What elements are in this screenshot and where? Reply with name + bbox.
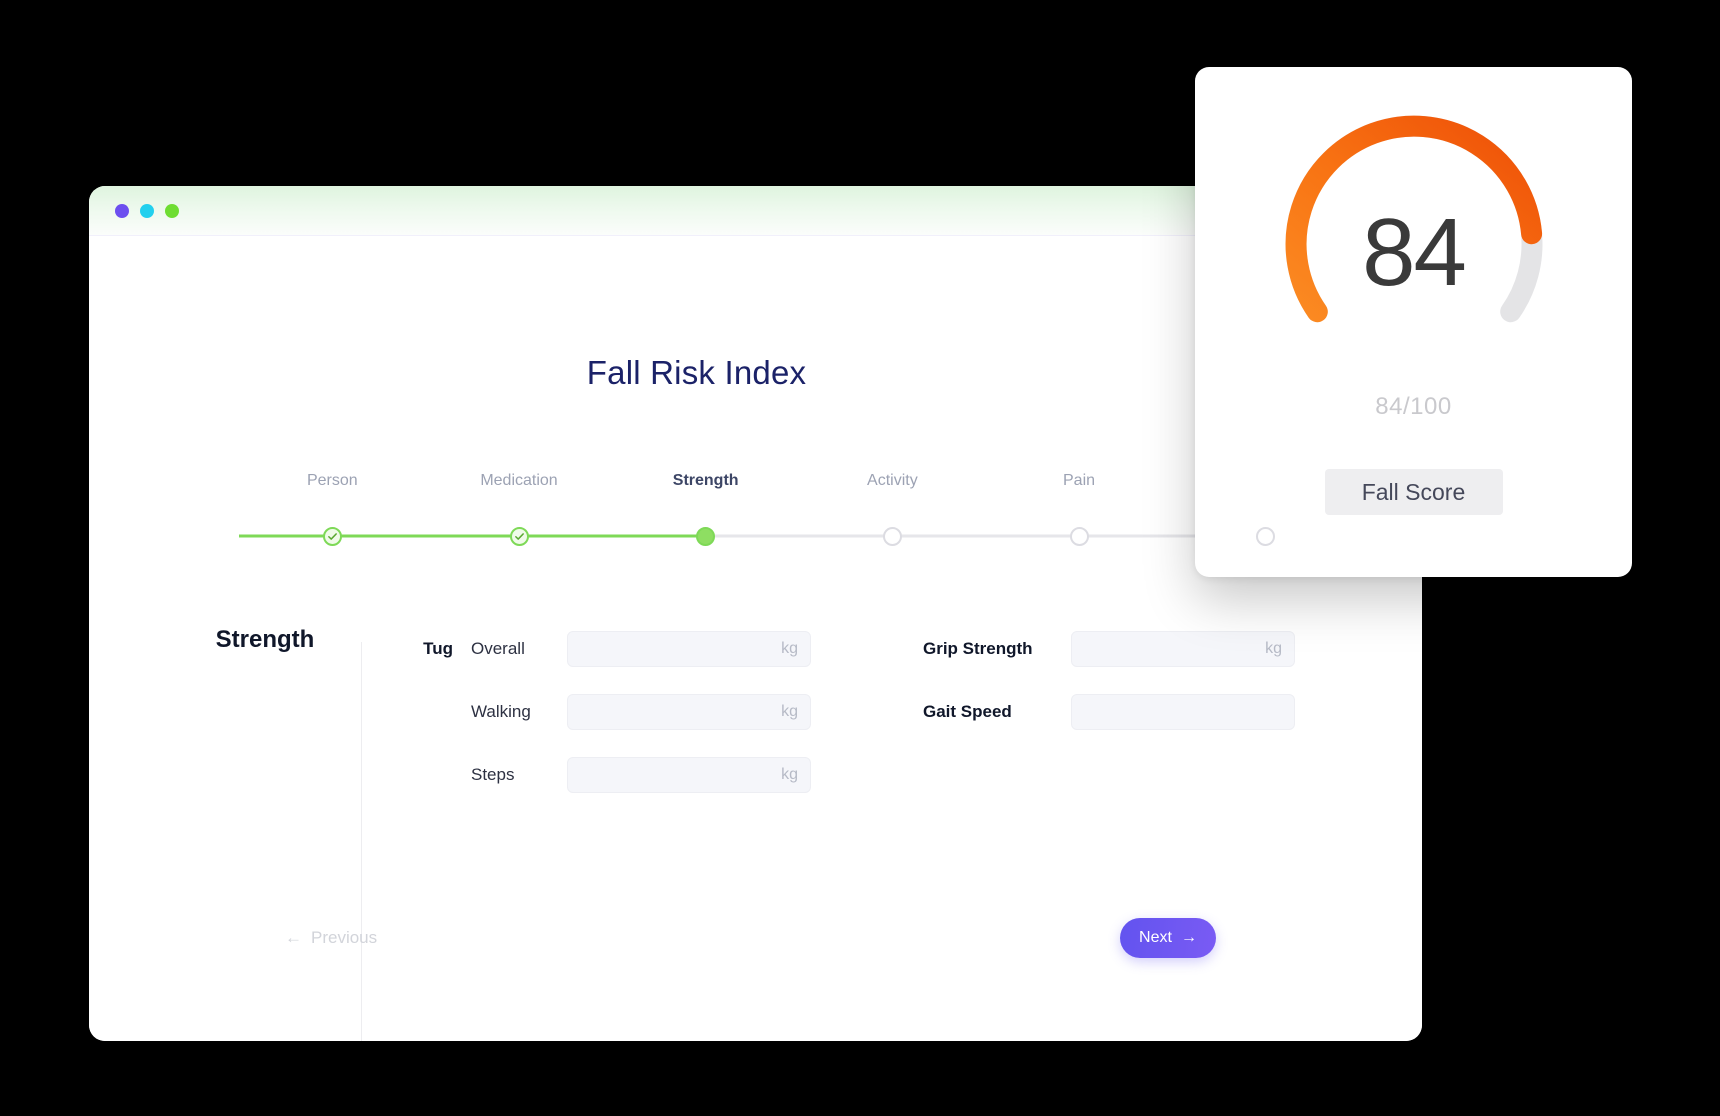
- score-gauge: 84: [1269, 109, 1559, 379]
- input-overall[interactable]: kg: [567, 631, 811, 667]
- input-steps[interactable]: kg: [567, 757, 811, 793]
- check-icon: [327, 532, 337, 540]
- stepper-line: [425, 534, 520, 538]
- minimize-dot[interactable]: [140, 203, 154, 218]
- unit-kg: kg: [1265, 640, 1282, 657]
- stepper-track: [239, 524, 1360, 548]
- step-node-illness[interactable]: [1256, 526, 1276, 546]
- check-icon: [514, 532, 524, 540]
- stepper-line: [985, 534, 1080, 538]
- stepper-line: [332, 534, 426, 538]
- vertical-divider: [361, 642, 362, 1041]
- unit-kg: kg: [781, 766, 798, 783]
- close-dot[interactable]: [115, 203, 129, 218]
- arrow-right-icon: →: [1180, 929, 1197, 946]
- stepper-segment-activity: [799, 526, 986, 546]
- form-row-walking: Walking kg Gait Speed: [379, 683, 1379, 741]
- step-label-medication[interactable]: Medication: [426, 472, 613, 498]
- field-label-grip-strength: Grip Strength: [923, 639, 1033, 658]
- field-label-walking: Walking: [471, 702, 531, 721]
- field-steps: Steps kg: [471, 757, 811, 793]
- stepper-segment-medication: [425, 526, 613, 546]
- previous-button-label: Previous: [311, 928, 378, 947]
- unit-kg: kg: [781, 703, 798, 720]
- step-node-strength[interactable]: [696, 526, 716, 546]
- fall-score-card: 84 84/100 Fall Score: [1195, 67, 1632, 577]
- step-label-strength[interactable]: Strength: [612, 472, 799, 498]
- input-grip-strength[interactable]: kg: [1071, 631, 1295, 667]
- form-row-overall: Tug Overall kg Grip Strength kg: [379, 620, 1379, 678]
- form-row-steps: Steps kg: [379, 746, 1379, 804]
- stepper-labels: Person Medication Strength Activity Pain…: [239, 472, 1359, 498]
- step-label-person[interactable]: Person: [239, 472, 426, 498]
- field-overall: Overall kg: [471, 631, 811, 667]
- field-walking: Walking kg: [471, 694, 811, 730]
- arrow-left-icon: ←: [285, 928, 302, 947]
- next-button-label: Next: [1139, 929, 1172, 946]
- step-node-activity[interactable]: [882, 526, 902, 546]
- previous-button[interactable]: ← Previous: [285, 928, 377, 948]
- maximize-dot[interactable]: [165, 203, 179, 218]
- step-node-person[interactable]: [322, 526, 342, 546]
- fall-score-button[interactable]: Fall Score: [1324, 469, 1503, 515]
- page-title: Fall Risk Index: [586, 354, 807, 391]
- stepper-line: [519, 534, 613, 538]
- stepper-line: [892, 534, 986, 538]
- stepper-line: [239, 534, 333, 538]
- unit-kg: kg: [781, 640, 798, 657]
- input-walking[interactable]: kg: [567, 694, 811, 730]
- stepper-line: [799, 534, 893, 538]
- field-gait-speed: Gait Speed: [923, 694, 1295, 730]
- input-gait-speed[interactable]: [1071, 694, 1295, 730]
- section-heading: Strength: [215, 626, 315, 653]
- field-label-steps: Steps: [471, 765, 515, 784]
- strength-form: Tug Overall kg Grip Strength kg Walking …: [379, 620, 1379, 809]
- step-label-pain[interactable]: Pain: [986, 472, 1173, 498]
- step-node-medication[interactable]: [509, 526, 529, 546]
- field-grip-strength: Grip Strength kg: [923, 631, 1295, 667]
- score-subtitle: 84/100: [1375, 393, 1452, 420]
- stepper-line: [612, 534, 706, 538]
- stepper-line: [705, 534, 800, 538]
- stepper-segment-strength: [612, 526, 800, 546]
- step-label-activity[interactable]: Activity: [799, 472, 986, 498]
- score-value: 84: [1362, 199, 1467, 306]
- stepper-segment-pain: [985, 526, 1173, 546]
- field-label-gait-speed: Gait Speed: [923, 702, 1012, 721]
- stepper-line: [1079, 534, 1173, 538]
- stepper-segment-person: [239, 526, 426, 546]
- field-label-overall: Overall: [471, 639, 525, 658]
- group-label-tug: Tug: [423, 639, 453, 658]
- step-node-pain[interactable]: [1069, 526, 1089, 546]
- next-button[interactable]: Next →: [1120, 918, 1216, 958]
- screenshot-stage: Fall Risk Index Person Medication Streng…: [0, 0, 1720, 1116]
- progress-stepper: Person Medication Strength Activity Pain…: [239, 472, 1360, 546]
